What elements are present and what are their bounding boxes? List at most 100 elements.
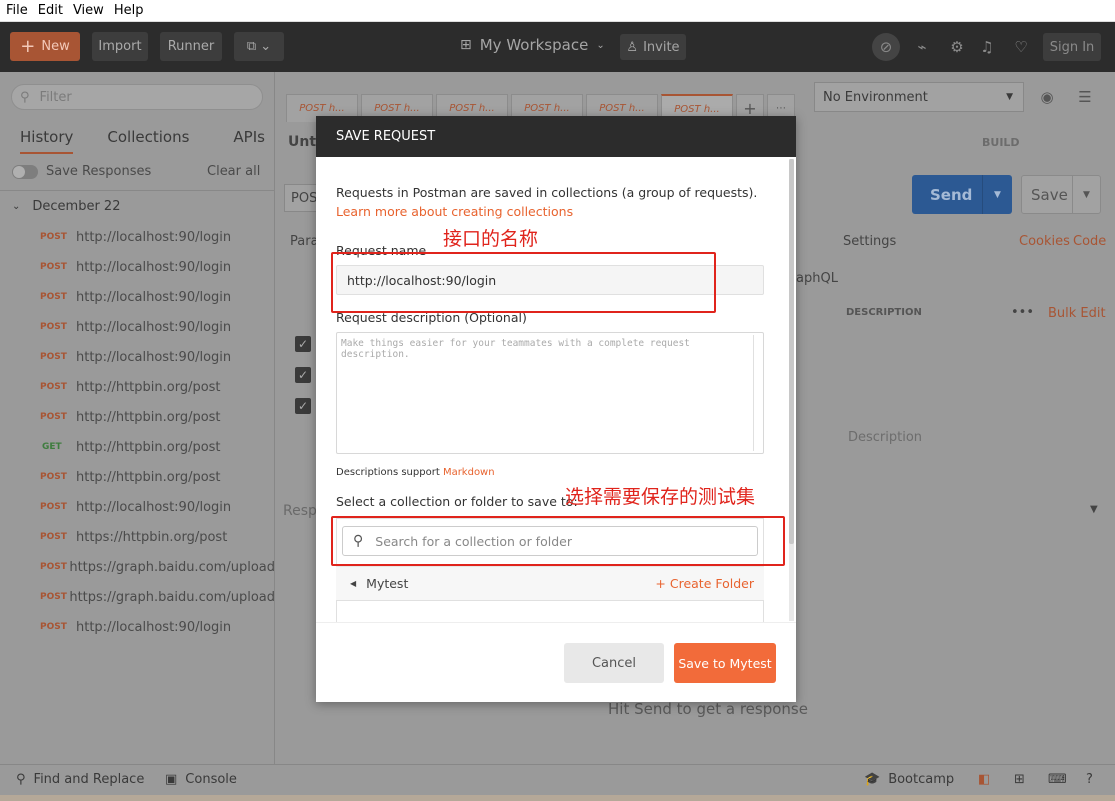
history-item[interactable]: POST https://graph.baidu.com/upload: [0, 582, 275, 612]
tab-collections[interactable]: Collections: [107, 124, 189, 154]
method-badge: POST: [40, 502, 67, 512]
history-item[interactable]: POST https://graph.baidu.com/upload: [0, 552, 275, 582]
checkbox[interactable]: ✓: [295, 336, 311, 352]
heart-icon[interactable]: ♡: [1010, 36, 1032, 58]
method-badge: POST: [40, 412, 67, 422]
send-button[interactable]: Send ▼: [912, 175, 1012, 214]
bulk-edit-link[interactable]: Bulk Edit: [1048, 306, 1106, 321]
history-item[interactable]: POST http://localhost:90/login: [0, 222, 275, 252]
invite-button[interactable]: ♙ Invite: [620, 34, 686, 60]
history-item[interactable]: POST http://localhost:90/login: [0, 492, 275, 522]
caret-down-icon[interactable]: ▼: [1072, 176, 1100, 213]
graphql-option[interactable]: aphQL: [796, 271, 838, 286]
settings-tab[interactable]: Settings: [843, 234, 896, 249]
menu-edit[interactable]: Edit: [38, 3, 63, 18]
bootcamp-button[interactable]: 🎓 Bootcamp: [864, 772, 954, 787]
history-url: http://localhost:90/login: [76, 229, 232, 245]
console-icon: ▣: [165, 772, 178, 787]
history-item[interactable]: POST http://localhost:90/login: [0, 282, 275, 312]
history-item[interactable]: POST http://localhost:90/login: [0, 342, 275, 372]
cookies-link[interactable]: Cookies: [1019, 234, 1070, 249]
eye-icon[interactable]: ◉: [1036, 86, 1058, 108]
caret-down-icon[interactable]: ▼: [1090, 504, 1098, 515]
history-item[interactable]: GET http://httpbin.org/post: [0, 432, 275, 462]
filter-input[interactable]: ⚲ Filter: [11, 84, 263, 110]
method-badge: GET: [42, 442, 62, 452]
help-icon[interactable]: ?: [1086, 772, 1093, 787]
history-group-label: December 22: [32, 199, 121, 214]
history-url: http://httpbin.org/post: [76, 469, 221, 485]
sliders-icon[interactable]: ☰: [1074, 86, 1096, 108]
save-button[interactable]: Save ▼: [1021, 175, 1101, 214]
new-button-label: New: [41, 39, 70, 54]
scrollbar[interactable]: [789, 159, 794, 621]
tab-history[interactable]: History: [20, 124, 74, 154]
history-item[interactable]: POST https://httpbin.org/post: [0, 522, 275, 552]
history-url: https://graph.baidu.com/upload: [69, 589, 275, 605]
checkbox[interactable]: ✓: [295, 398, 311, 414]
caret-left-icon: ◀: [350, 579, 357, 588]
keyboard-icon[interactable]: ⌨: [1048, 772, 1067, 787]
hit-send-message: Hit Send to get a response: [608, 700, 808, 718]
history-url: http://localhost:90/login: [76, 289, 232, 305]
window-icon: ⧉ ⌄: [246, 39, 272, 54]
history-group-header[interactable]: ⌄ December 22: [12, 199, 120, 214]
markdown-support-text: Descriptions support Markdown: [336, 467, 495, 478]
method-badge: POST: [40, 292, 67, 302]
add-user-icon: ♙: [626, 39, 639, 55]
collection-item-mytest[interactable]: ◀ Mytest + Create Folder: [336, 566, 764, 601]
caret-down-icon[interactable]: ▼: [982, 175, 1012, 214]
history-item[interactable]: POST http://localhost:90/login: [0, 312, 275, 342]
request-description-textarea[interactable]: Make things easier for your teammates wi…: [336, 332, 764, 454]
more-options-icon[interactable]: •••: [1011, 305, 1034, 320]
scrollbar-thumb[interactable]: [789, 159, 794, 544]
sign-in-button[interactable]: Sign In: [1043, 33, 1101, 61]
environment-select[interactable]: No Environment ▼: [814, 82, 1024, 112]
toggle-switch[interactable]: [12, 164, 38, 179]
code-link[interactable]: Code: [1073, 234, 1106, 249]
two-pane-icon[interactable]: ◧: [978, 772, 990, 787]
find-replace-label: Find and Replace: [33, 772, 145, 787]
save-responses-toggle[interactable]: Save Responses: [12, 164, 151, 179]
history-item[interactable]: POST http://httpbin.org/post: [0, 462, 275, 492]
create-folder-link[interactable]: + Create Folder: [655, 576, 754, 591]
checkbox[interactable]: ✓: [295, 367, 311, 383]
satellite-icon[interactable]: ⌁: [911, 36, 933, 58]
new-button[interactable]: + New: [10, 32, 80, 61]
description-placeholder: Make things easier for your teammates wi…: [341, 338, 690, 360]
console-button[interactable]: ▣ Console: [165, 772, 237, 787]
history-item[interactable]: POST http://localhost:90/login: [0, 612, 275, 642]
response-label: Resp: [283, 503, 317, 519]
history-item[interactable]: POST http://httpbin.org/post: [0, 402, 275, 432]
clear-all-button[interactable]: Clear all: [207, 164, 260, 179]
layout-icon[interactable]: ⊞: [1014, 772, 1025, 787]
runner-button[interactable]: Runner: [160, 32, 222, 61]
menu-view[interactable]: View: [73, 3, 104, 18]
textarea-scrollbar[interactable]: [753, 335, 761, 451]
import-button[interactable]: Import: [92, 32, 148, 61]
params-tab[interactable]: Para: [290, 234, 319, 249]
menu-help[interactable]: Help: [114, 3, 144, 18]
cancel-button[interactable]: Cancel: [564, 643, 664, 683]
workspace-selector[interactable]: ⊞ My Workspace ⌄: [460, 36, 605, 54]
learn-more-link[interactable]: Learn more about creating collections: [336, 204, 573, 219]
menu-file[interactable]: File: [6, 3, 28, 18]
workspace-label: My Workspace: [479, 36, 589, 54]
invite-label: Invite: [643, 39, 680, 55]
find-replace-button[interactable]: ⚲ Find and Replace: [16, 772, 144, 787]
sync-off-icon[interactable]: ⊘: [872, 33, 900, 61]
history-url: http://localhost:90/login: [76, 619, 232, 635]
method-badge: POST: [40, 472, 67, 482]
gear-icon[interactable]: ⚙: [946, 36, 968, 58]
markdown-link[interactable]: Markdown: [443, 467, 495, 478]
bell-icon[interactable]: ♫: [976, 36, 998, 58]
app-header: + New Import Runner ⧉ ⌄ ⊞ My Workspace ⌄ …: [0, 22, 1115, 72]
description-cell[interactable]: Description: [848, 430, 922, 445]
chevron-down-icon: ⌄: [596, 39, 605, 51]
history-item[interactable]: POST http://localhost:90/login: [0, 252, 275, 282]
method-badge: POST: [40, 262, 67, 272]
tab-apis[interactable]: APIs: [233, 124, 265, 154]
save-to-collection-button[interactable]: Save to Mytest: [674, 643, 776, 683]
history-item[interactable]: POST http://httpbin.org/post: [0, 372, 275, 402]
new-window-button[interactable]: ⧉ ⌄: [234, 32, 284, 61]
